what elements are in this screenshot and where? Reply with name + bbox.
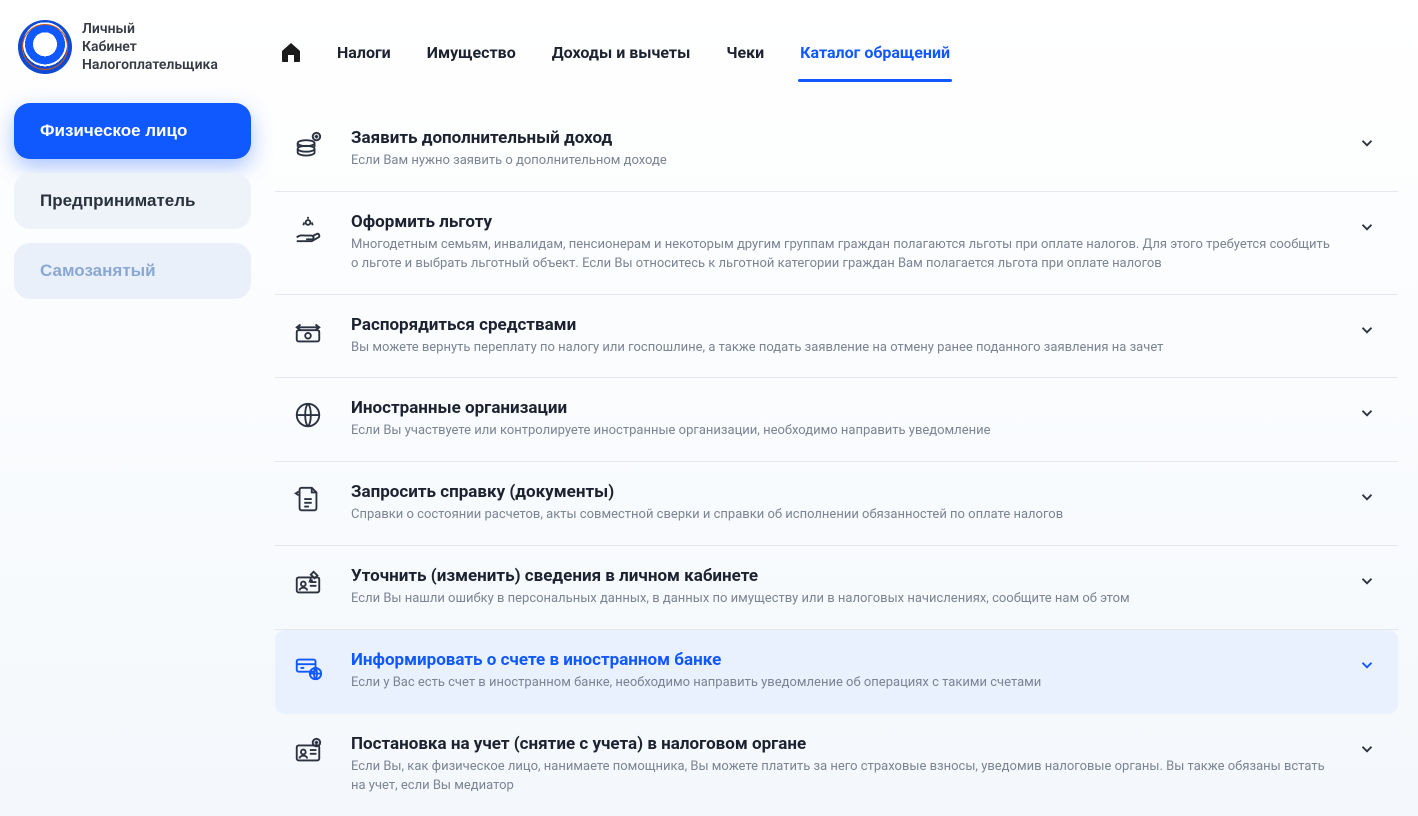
role-btn-entrepreneur[interactable]: Предприниматель [14, 173, 251, 229]
chevron-down-icon [1358, 650, 1376, 678]
row-benefit[interactable]: Оформить льготу Многодетным семьям, инва… [275, 192, 1398, 295]
home-icon[interactable] [279, 40, 303, 64]
row-title: Распорядиться средствами [351, 315, 1334, 335]
chevron-down-icon [1358, 398, 1376, 426]
chevron-down-icon [1358, 734, 1376, 762]
nav-item-income[interactable]: Доходы и вычеты [550, 29, 693, 76]
row-desc: Многодетным семьям, инвалидам, пенсионер… [351, 236, 1334, 274]
brand-line2: Кабинет [82, 38, 218, 56]
row-foreign-orgs[interactable]: Иностранные организации Если Вы участвуе… [275, 378, 1398, 462]
row-extra-income[interactable]: Заявить дополнительный доход Если Вам ну… [275, 108, 1398, 192]
nav-item-property[interactable]: Имущество [425, 29, 518, 76]
row-foreign-bank[interactable]: Информировать о счете в иностранном банк… [275, 630, 1398, 714]
row-desc: Если Вы участвуете или контролируете ино… [351, 422, 1334, 441]
row-desc: Вы можете вернуть переплату по налогу ил… [351, 339, 1334, 358]
role-btn-selfemployed[interactable]: Самозанятый [14, 243, 251, 299]
row-title: Иностранные организации [351, 398, 1334, 418]
row-request-doc[interactable]: Запросить справку (документы) Справки о … [275, 462, 1398, 546]
row-desc: Справки о состоянии расчетов, акты совме… [351, 506, 1334, 525]
role-btn-individual[interactable]: Физическое лицо [14, 103, 251, 159]
brand: Личный Кабинет Налогоплательщика [14, 20, 251, 75]
hand-give-icon [289, 212, 327, 244]
id-edit-icon [289, 566, 327, 598]
money-transfer-icon [289, 315, 327, 347]
nav-item-taxes[interactable]: Налоги [335, 29, 393, 76]
row-funds[interactable]: Распорядиться средствами Вы можете верну… [275, 295, 1398, 379]
row-desc: Если Вы, как физическое лицо, нанимаете … [351, 758, 1334, 796]
nav-item-cheques[interactable]: Чеки [724, 29, 766, 76]
row-desc: Если у Вас есть счет в иностранном банке… [351, 674, 1334, 693]
row-update-info[interactable]: Уточнить (изменить) сведения в личном ка… [275, 546, 1398, 630]
row-title: Постановка на учет (снятие с учета) в на… [351, 734, 1334, 754]
coins-plus-icon [289, 128, 327, 160]
row-desc: Если Вы нашли ошибку в персональных данн… [351, 590, 1334, 609]
chevron-down-icon [1358, 315, 1376, 343]
brand-title: Личный Кабинет Налогоплательщика [82, 20, 218, 75]
bank-globe-icon [289, 650, 327, 682]
sidebar: Личный Кабинет Налогоплательщика Физичес… [0, 0, 265, 816]
chevron-down-icon [1358, 212, 1376, 240]
chevron-down-icon [1358, 128, 1376, 156]
chevron-down-icon [1358, 566, 1376, 594]
id-plus-icon [289, 734, 327, 766]
top-nav: Налоги Имущество Доходы и вычеты Чеки Ка… [275, 18, 1398, 82]
row-desc: Если Вам нужно заявить о дополнительном … [351, 152, 1334, 171]
chevron-down-icon [1358, 482, 1376, 510]
main: Налоги Имущество Доходы и вычеты Чеки Ка… [265, 0, 1418, 816]
row-title: Оформить льготу [351, 212, 1334, 232]
brand-line3: Налогоплательщика [82, 56, 218, 74]
brand-logo-icon [18, 20, 72, 74]
row-title: Информировать о счете в иностранном банк… [351, 650, 1334, 670]
document-icon [289, 482, 327, 514]
row-registration[interactable]: Постановка на учет (снятие с учета) в на… [275, 714, 1398, 816]
requests-list: Заявить дополнительный доход Если Вам ну… [275, 108, 1398, 815]
globe-icon [289, 398, 327, 430]
row-title: Уточнить (изменить) сведения в личном ка… [351, 566, 1334, 586]
row-title: Запросить справку (документы) [351, 482, 1334, 502]
row-title: Заявить дополнительный доход [351, 128, 1334, 148]
brand-line1: Личный [82, 20, 218, 38]
nav-item-catalog[interactable]: Каталог обращений [798, 29, 952, 76]
